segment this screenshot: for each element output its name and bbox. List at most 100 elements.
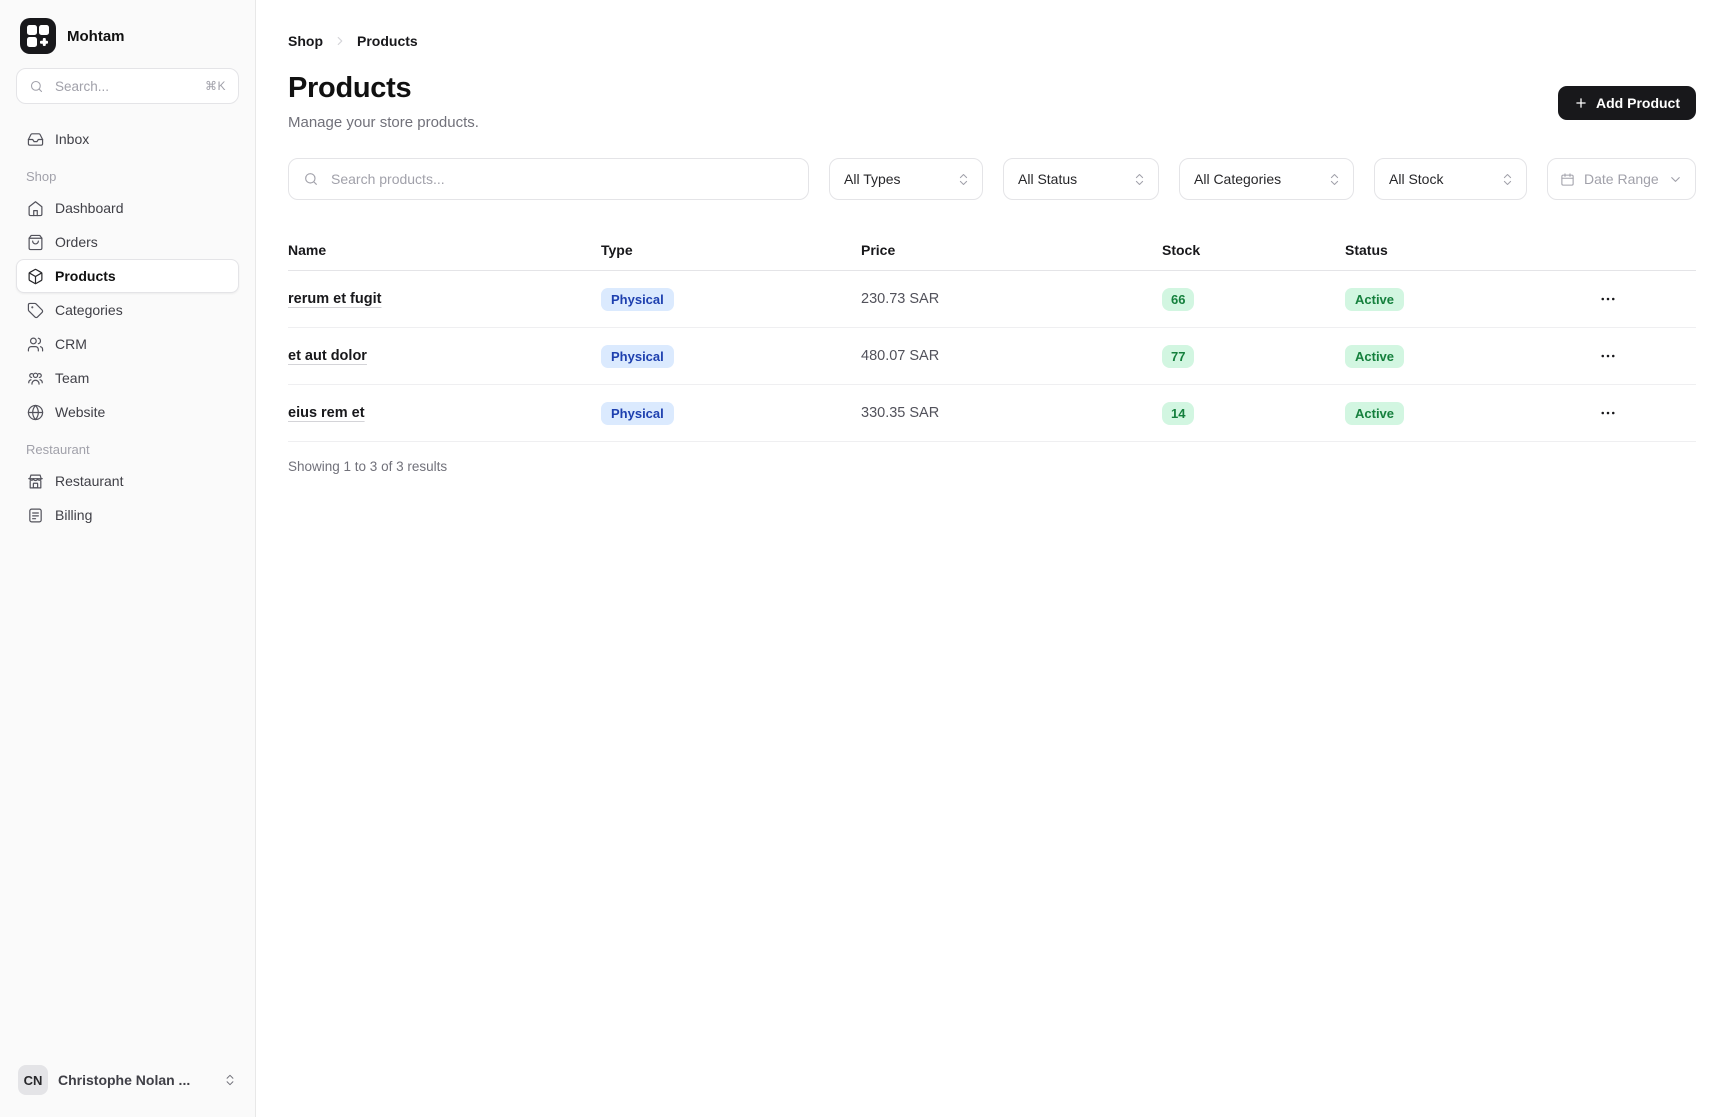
table-header: Name Type Price Stock Status <box>288 229 1696 271</box>
brand-name: Mohtam <box>67 27 125 45</box>
product-name-link[interactable]: eius rem et <box>288 405 365 421</box>
sidebar-item-label: Categories <box>55 302 123 318</box>
breadcrumb: Shop Products <box>288 33 1696 49</box>
inbox-icon <box>27 132 44 146</box>
plus-icon <box>1576 98 1586 108</box>
ellipsis-icon <box>1601 297 1615 301</box>
home-icon <box>28 200 43 216</box>
chevron-right-icon <box>337 36 343 46</box>
ellipsis-icon <box>1601 354 1615 358</box>
product-price: 230.73 SAR <box>861 291 940 307</box>
status-badge: Active <box>1345 344 1405 368</box>
logo-block <box>27 25 37 35</box>
status-badge: Active <box>1345 287 1405 311</box>
shopping-bag-icon <box>28 234 43 250</box>
row-actions-button[interactable] <box>1589 284 1627 314</box>
stock-badge: 66 <box>1162 287 1195 311</box>
sidebar-item-products[interactable]: Products <box>16 259 239 293</box>
category-filter-select[interactable]: All Categories <box>1179 158 1354 200</box>
logo-block <box>39 25 49 35</box>
chevron-down-icon <box>1671 176 1680 182</box>
page-subtitle: Manage your store products. <box>288 114 479 131</box>
status-filter-select[interactable]: All Status <box>1003 158 1159 200</box>
date-range-label: Date Range <box>1584 171 1659 187</box>
sidebar-item-billing[interactable]: Billing <box>16 498 239 532</box>
chevrons-up-down-icon <box>1503 173 1512 185</box>
sidebar-item-label: Website <box>55 404 106 420</box>
sidebar-item-label: Restaurant <box>55 473 124 489</box>
brand-logo-icon <box>20 18 56 54</box>
type-badge: Physical <box>601 401 674 425</box>
chevrons-up-down-icon <box>226 1074 234 1086</box>
add-product-label: Add Product <box>1596 95 1680 111</box>
sidebar-nav: Inbox Shop Dashboard Orders Products Cat… <box>16 122 239 1061</box>
chevrons-up-down-icon <box>959 173 968 185</box>
logo-block <box>27 37 37 47</box>
row-actions-button[interactable] <box>1589 398 1627 428</box>
sidebar-item-label: Team <box>55 370 90 386</box>
sidebar-item-website[interactable]: Website <box>16 395 239 429</box>
sidebar-item-inbox[interactable]: Inbox <box>16 122 239 156</box>
table-row: et aut dolor Physical 480.07 SAR 77 Acti… <box>288 328 1696 385</box>
status-filter-value: All Status <box>1018 171 1078 187</box>
user-menu[interactable]: CN Christophe Nolan ... <box>16 1061 239 1099</box>
chevrons-up-down-icon <box>1330 173 1339 185</box>
type-filter-value: All Types <box>844 171 901 187</box>
column-header-price: Price <box>861 241 896 258</box>
chevrons-up-down-icon <box>1135 173 1144 185</box>
search-icon <box>30 80 43 92</box>
type-badge: Physical <box>601 344 674 368</box>
sidebar-item-crm[interactable]: CRM <box>16 327 239 361</box>
sidebar-item-label: Dashboard <box>55 200 124 216</box>
filter-bar: All Types All Status All Categories All … <box>288 158 1696 200</box>
search-icon <box>305 173 317 185</box>
type-badge: Physical <box>601 287 674 311</box>
product-search[interactable] <box>288 158 809 200</box>
stock-filter-value: All Stock <box>1389 171 1444 187</box>
add-product-button[interactable]: Add Product <box>1558 86 1696 120</box>
table-row: eius rem et Physical 330.35 SAR 14 Activ… <box>288 385 1696 442</box>
breadcrumb-current: Products <box>357 33 418 49</box>
sidebar-search[interactable]: ⌘K <box>16 68 239 104</box>
row-actions-button[interactable] <box>1589 341 1627 371</box>
sidebar-item-dashboard[interactable]: Dashboard <box>16 191 239 225</box>
breadcrumb-shop[interactable]: Shop <box>288 33 323 49</box>
stock-badge: 77 <box>1162 344 1195 368</box>
section-label-restaurant: Restaurant <box>26 442 90 457</box>
sidebar-search-input[interactable] <box>53 77 196 95</box>
type-filter-select[interactable]: All Types <box>829 158 983 200</box>
search-shortcut: ⌘K <box>204 79 226 93</box>
stock-filter-select[interactable]: All Stock <box>1374 158 1527 200</box>
sidebar-item-orders[interactable]: Orders <box>16 225 239 259</box>
page-header-text: Products Manage your store products. <box>288 72 479 131</box>
sidebar-item-label: Products <box>55 268 116 284</box>
product-name-link[interactable]: rerum et fugit <box>288 291 381 307</box>
status-badge: Active <box>1345 401 1405 425</box>
sidebar: Mohtam ⌘K Inbox Shop Dashboard Orders Pr… <box>0 0 256 1117</box>
date-range-button[interactable]: Date Range <box>1547 158 1696 200</box>
avatar: CN <box>18 1065 48 1095</box>
ellipsis-icon <box>1601 411 1615 415</box>
results-summary: Showing 1 to 3 of 3 results <box>288 459 448 474</box>
sidebar-item-label: Orders <box>55 234 98 250</box>
sidebar-item-categories[interactable]: Categories <box>16 293 239 327</box>
package-icon <box>28 268 43 284</box>
team-icon <box>28 372 43 385</box>
sidebar-item-restaurant[interactable]: Restaurant <box>16 464 239 498</box>
sidebar-item-label: Inbox <box>55 131 90 147</box>
logo-plus-icon <box>39 37 49 47</box>
product-price: 480.07 SAR <box>861 348 940 364</box>
user-name: Christophe Nolan ... <box>58 1072 191 1088</box>
sidebar-item-team[interactable]: Team <box>16 361 239 395</box>
product-name-link[interactable]: et aut dolor <box>288 348 367 364</box>
brand[interactable]: Mohtam <box>16 18 239 54</box>
column-header-status: Status <box>1345 241 1388 258</box>
main-content: Shop Products Products Manage your store… <box>256 0 1728 1117</box>
product-search-input[interactable] <box>329 170 794 188</box>
calendar-icon <box>1561 172 1574 186</box>
sidebar-item-label: Billing <box>55 507 93 523</box>
product-price: 330.35 SAR <box>861 405 940 421</box>
receipt-icon <box>29 508 42 522</box>
sidebar-item-label: CRM <box>55 336 87 352</box>
category-filter-value: All Categories <box>1194 171 1282 187</box>
